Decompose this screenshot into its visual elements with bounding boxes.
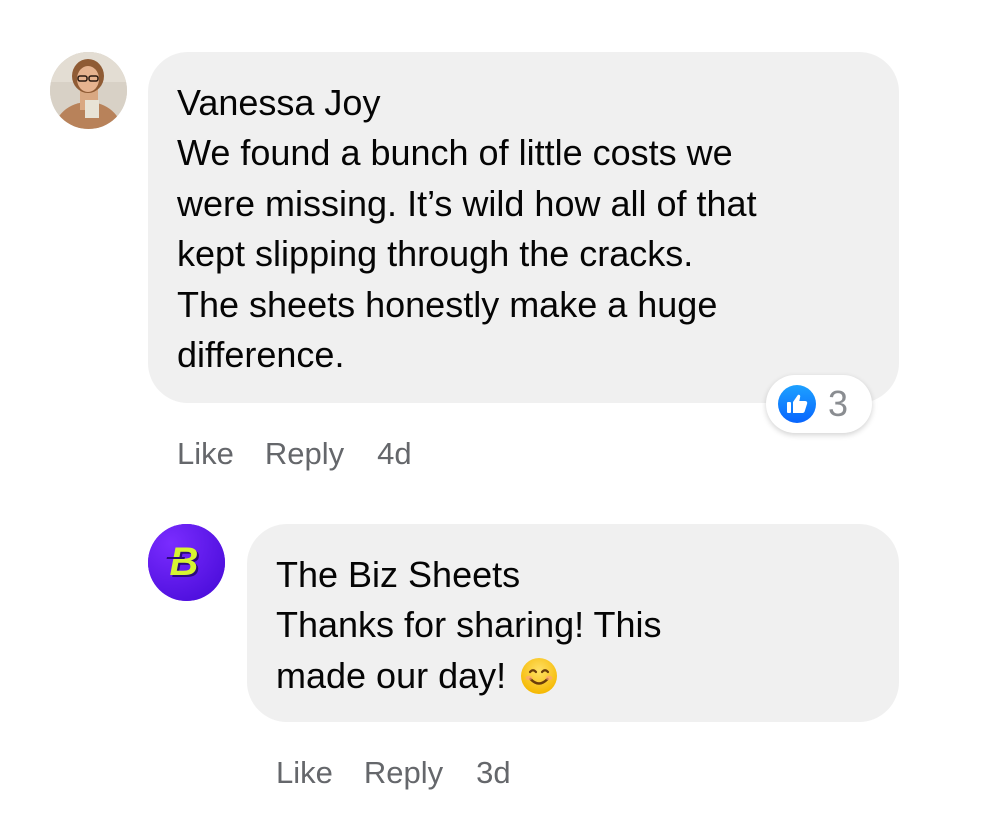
comment-line: difference. <box>177 334 345 375</box>
brand-avatar[interactable]: B B <box>148 524 225 601</box>
comment-line: We found a bunch of little costs we <box>177 132 733 173</box>
reply-author[interactable]: The Biz Sheets <box>276 550 870 600</box>
comment-line: kept slipping through the cracks. <box>177 233 694 274</box>
smiling-face-emoji-icon <box>521 657 558 694</box>
user-portrait-icon <box>50 52 127 129</box>
comment-line: The sheets honestly make a huge <box>177 283 718 325</box>
reply-timestamp[interactable]: 3d <box>476 755 510 791</box>
biz-sheets-logo-icon: B B <box>148 524 225 601</box>
reaction-summary[interactable]: 3 <box>766 375 872 433</box>
reaction-count: 3 <box>828 383 849 424</box>
reply-bubble: The Biz Sheets Thanks for sharing! This … <box>247 524 899 722</box>
like-button[interactable]: Like <box>276 755 333 791</box>
reply-line: Thanks for sharing! This <box>276 604 662 645</box>
svg-text:B: B <box>170 540 199 584</box>
reply-button[interactable]: Reply <box>364 755 443 791</box>
reply-button[interactable]: Reply <box>265 436 344 472</box>
comment-text: We found a bunch of little costs we were… <box>177 128 870 381</box>
comment-actions: Like Reply 4d <box>177 436 412 472</box>
like-button[interactable]: Like <box>177 436 234 472</box>
reply-text: Thanks for sharing! This made our day! <box>276 600 870 701</box>
comment-timestamp[interactable]: 4d <box>377 436 411 472</box>
thumbs-up-icon <box>778 385 816 423</box>
comment-bubble: Vanessa Joy We found a bunch of little c… <box>148 52 899 403</box>
commenter-avatar[interactable] <box>50 52 127 129</box>
reply-actions: Like Reply 3d <box>276 755 511 791</box>
comment-author[interactable]: Vanessa Joy <box>177 78 870 128</box>
reply-line-with-emoji: made our day! <box>276 651 870 702</box>
comment-line: were missing. It’s wild how all of that <box>177 182 757 224</box>
reply-line: made our day! <box>276 654 507 696</box>
